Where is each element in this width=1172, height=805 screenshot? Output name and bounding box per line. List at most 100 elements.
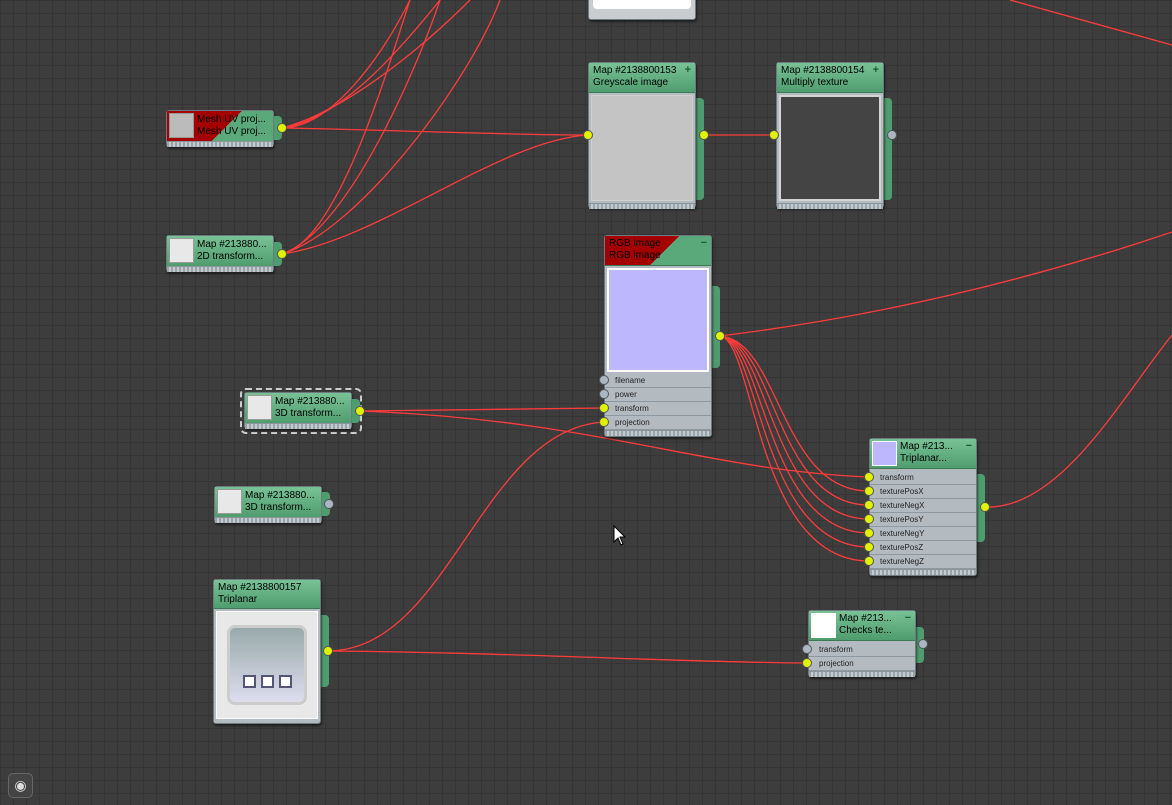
input-port[interactable] — [864, 486, 874, 496]
mesh-uv-icon — [169, 113, 194, 138]
param-projection: projection — [605, 416, 711, 430]
output-tab — [696, 98, 704, 200]
wire — [281, 134, 589, 255]
binoculars-icon[interactable]: ◉ — [8, 773, 33, 798]
output-port[interactable] — [277, 123, 287, 133]
node-triplanar[interactable]: Map #213... Triplanar... − transform textu… — [869, 438, 977, 576]
input-port[interactable] — [599, 389, 609, 399]
param-textureNegY: textureNegY — [870, 527, 976, 541]
node-subtitle: Greyscale image — [593, 77, 669, 88]
param-textureNegX: textureNegX — [870, 499, 976, 513]
preview — [591, 95, 693, 201]
output-port[interactable] — [277, 249, 287, 259]
param-transform: transform — [605, 402, 711, 416]
wire — [719, 335, 870, 562]
wire — [719, 335, 870, 520]
output-port[interactable] — [980, 502, 990, 512]
wire — [984, 334, 1172, 508]
transform-icon — [169, 238, 194, 263]
input-port[interactable] — [769, 130, 779, 140]
wire — [719, 335, 870, 492]
input-port[interactable] — [864, 514, 874, 524]
param-texturePosZ: texturePosZ — [870, 541, 976, 555]
input-port[interactable] — [599, 375, 609, 385]
expand-button[interactable]: + — [873, 64, 879, 76]
wire — [359, 407, 605, 412]
mouse-pointer-icon — [613, 525, 627, 546]
node-subtitle: RGB image — [609, 250, 661, 261]
output-port[interactable] — [323, 646, 333, 656]
output-port[interactable] — [715, 331, 725, 341]
param-projection: projection — [809, 657, 915, 671]
output-port[interactable] — [324, 499, 334, 509]
wire — [281, 0, 441, 129]
output-port[interactable] — [918, 639, 928, 649]
node-subtitle: 3D transform... — [245, 502, 312, 513]
input-port[interactable] — [864, 528, 874, 538]
param-transform: transform — [809, 643, 915, 657]
node-mesh-uv-projection[interactable]: Mesh UV proj... Mesh UV proj... — [166, 110, 274, 147]
input-port[interactable] — [802, 658, 812, 668]
collapse-button[interactable]: − — [966, 440, 972, 452]
wire — [719, 335, 870, 534]
wire — [719, 231, 1172, 337]
wire — [327, 650, 809, 664]
node-greyscale-image[interactable]: Map #2138800153 Greyscale image + — [588, 62, 696, 209]
node-title: Map #213880... — [275, 396, 345, 407]
node-2d-transform[interactable]: Map #213880... 2D transform... — [166, 235, 274, 272]
wire — [281, 0, 501, 255]
param-textureNegZ: textureNegZ — [870, 555, 976, 569]
param-filename: filename — [605, 374, 711, 388]
input-port[interactable] — [864, 472, 874, 482]
wire — [281, 127, 589, 136]
input-port[interactable] — [599, 417, 609, 427]
triplanar-icon — [227, 625, 307, 705]
node-subtitle: 2D transform... — [197, 251, 264, 262]
param-texturePosX: texturePosX — [870, 485, 976, 499]
input-port[interactable] — [583, 130, 593, 140]
output-tab — [884, 98, 892, 200]
output-port[interactable] — [355, 406, 365, 416]
node-subtitle: Triplanar... — [900, 453, 947, 464]
node-checks-texture[interactable]: Map #213... Checks te... − transform proje… — [808, 610, 916, 677]
node-title: Mesh UV proj... — [197, 114, 266, 125]
wire — [281, 0, 411, 255]
node-rgb-image[interactable]: RGB image RGB image − filename power trans… — [604, 235, 712, 437]
input-port[interactable] — [802, 644, 812, 654]
node-3d-transform-selected[interactable]: Map #213880... 3D transform... — [244, 392, 352, 429]
param-transform: transform — [870, 471, 976, 485]
output-tab — [712, 286, 720, 368]
wire — [281, 0, 471, 129]
collapse-button[interactable]: − — [905, 612, 911, 624]
input-port[interactable] — [864, 542, 874, 552]
wire — [719, 335, 870, 506]
wire — [281, 0, 441, 255]
param-texturePosY: texturePosY — [870, 513, 976, 527]
wire — [281, 0, 411, 129]
expand-button[interactable]: + — [685, 64, 691, 76]
wire — [327, 421, 605, 652]
node-offscreen-preview[interactable] — [588, 0, 696, 20]
node-subtitle: 3D transform... — [275, 408, 342, 419]
wire — [719, 335, 870, 548]
node-multiply-texture[interactable]: Map #2138800154 Multiply texture + — [776, 62, 884, 209]
node-3d-transform[interactable]: Map #213880... 3D transform... — [214, 486, 322, 523]
input-port[interactable] — [864, 556, 874, 566]
node-subtitle: Checks te... — [839, 625, 892, 636]
input-port[interactable] — [599, 403, 609, 413]
output-port[interactable] — [699, 130, 709, 140]
node-title: Map #2138800154 — [781, 65, 865, 76]
transform-icon — [217, 489, 242, 514]
output-port[interactable] — [887, 130, 897, 140]
node-triplanar-2138800157[interactable]: Map #2138800157 Triplanar — [213, 579, 321, 724]
node-title: Map #2138800157 — [218, 582, 302, 593]
preview — [593, 0, 691, 9]
node-title: Map #213... — [900, 441, 953, 452]
node-title: RGB image — [609, 238, 661, 249]
transform-icon — [247, 395, 272, 420]
input-port[interactable] — [864, 500, 874, 510]
collapse-button[interactable]: − — [701, 237, 707, 249]
preview — [216, 611, 318, 719]
preview — [607, 268, 709, 372]
node-subtitle: Multiply texture — [781, 77, 849, 88]
